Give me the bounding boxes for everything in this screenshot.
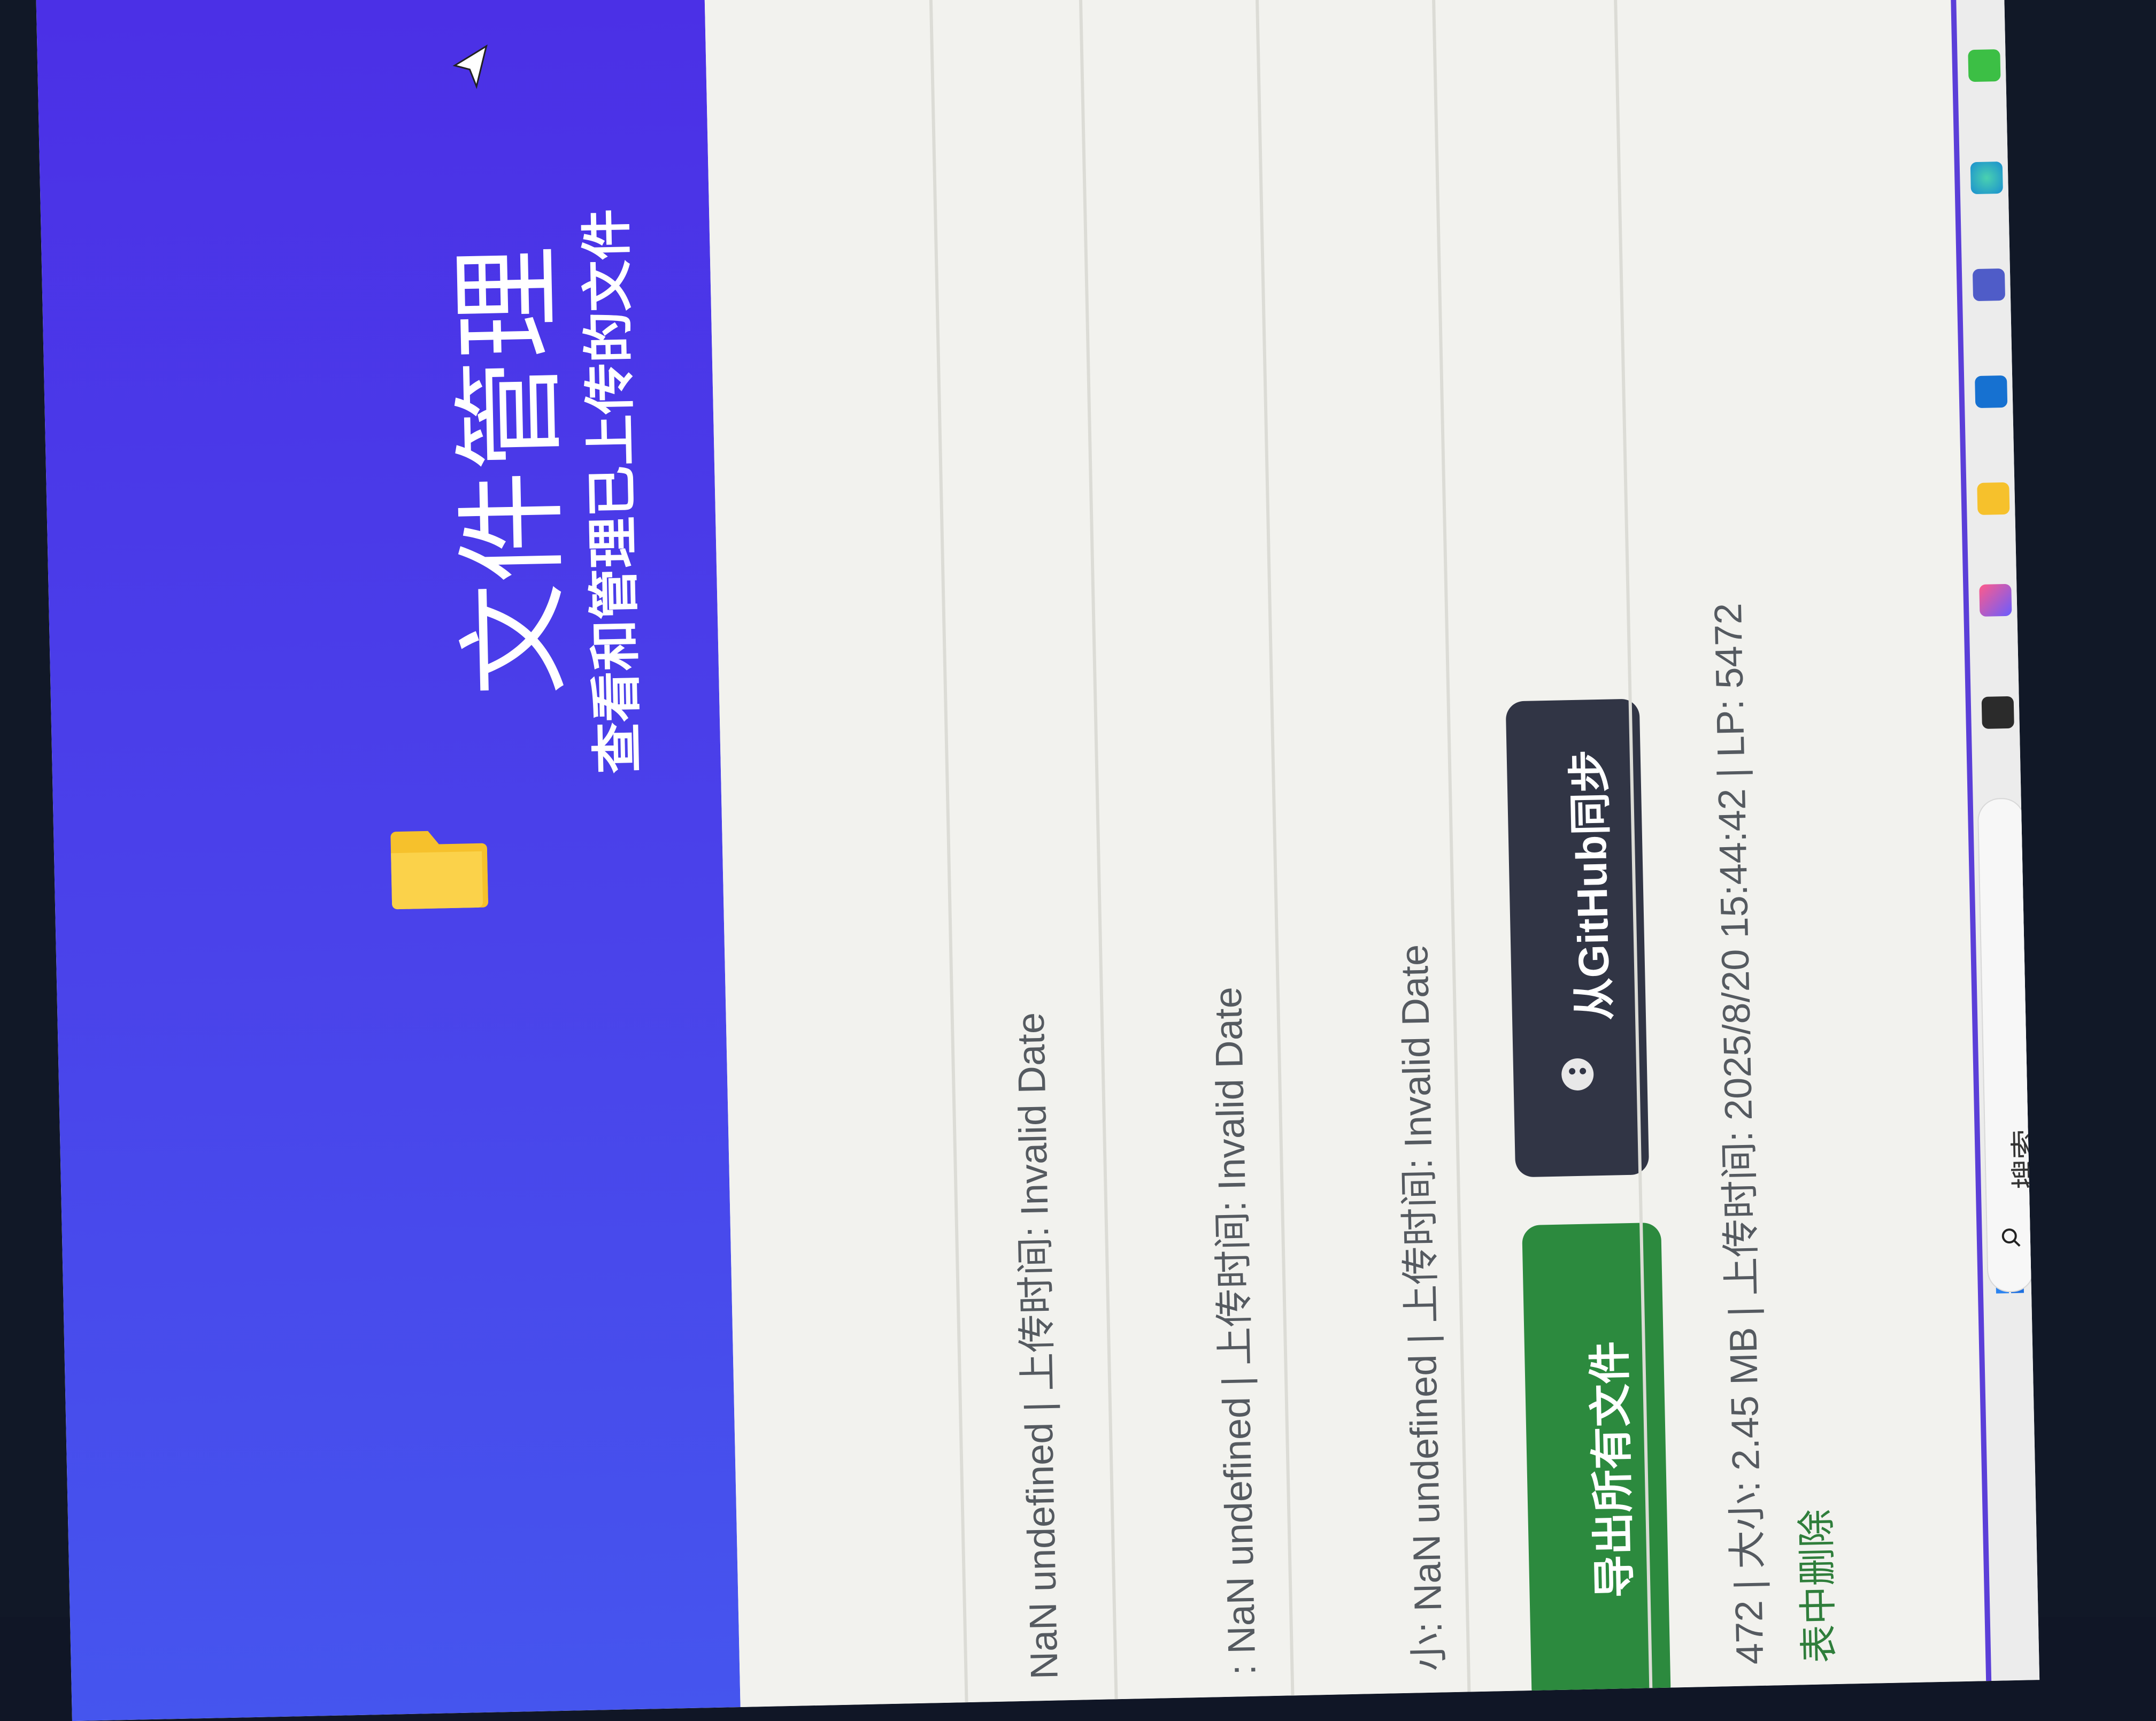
page-header: 文件管理 查看和管理已上传的文件 [35,0,741,1721]
export-all-label: 导出所有文件 [1585,1340,1639,1599]
edge-icon[interactable] [1970,161,2003,195]
file-list-area: 从GitHub同步 导出所有文件 NaN undefined | 上传时间: I… [703,0,1986,1707]
github-sync-label: 从GitHub同步 [1565,749,1619,1021]
monitor-screen: 文件管理 查看和管理已上传的文件 从GitHub同步 导出所有文件 NaN un… [35,0,2040,1721]
file-row-meta: 小: NaN undefined | 上传时间: Invalid Date [1393,944,1451,1672]
file-explorer-icon[interactable] [1981,696,2014,729]
wechat-icon[interactable] [1968,49,2001,82]
search-icon [2001,1228,2021,1247]
delete-selected-link[interactable]: 表中删除 [1784,1509,1844,1664]
file-row-meta: 472 | 大小: 2.45 MB | 上传时间: 2025/8/20 15:4… [1706,602,1772,1665]
row-divider [928,0,968,1703]
github-sync-button[interactable]: 从GitHub同步 [1505,698,1650,1178]
github-icon [1561,1058,1594,1090]
row-divider [1077,0,1118,1700]
outlook-icon[interactable] [1975,375,2008,409]
folder-icon [390,831,489,910]
mouse-cursor-icon [452,44,488,89]
teams-icon[interactable] [1972,268,2006,302]
store-icon[interactable] [1979,583,2012,617]
file-row-meta: : NaN undefined | 上传时间: Invalid Date [1206,986,1264,1676]
page-title: 文件管理 [444,245,579,697]
file-row-meta: NaN undefined | 上传时间: Invalid Date [1009,1012,1066,1680]
page-subtitle: 查看和管理已上传的文件 [578,208,648,774]
folder-icon[interactable] [1977,482,2010,516]
